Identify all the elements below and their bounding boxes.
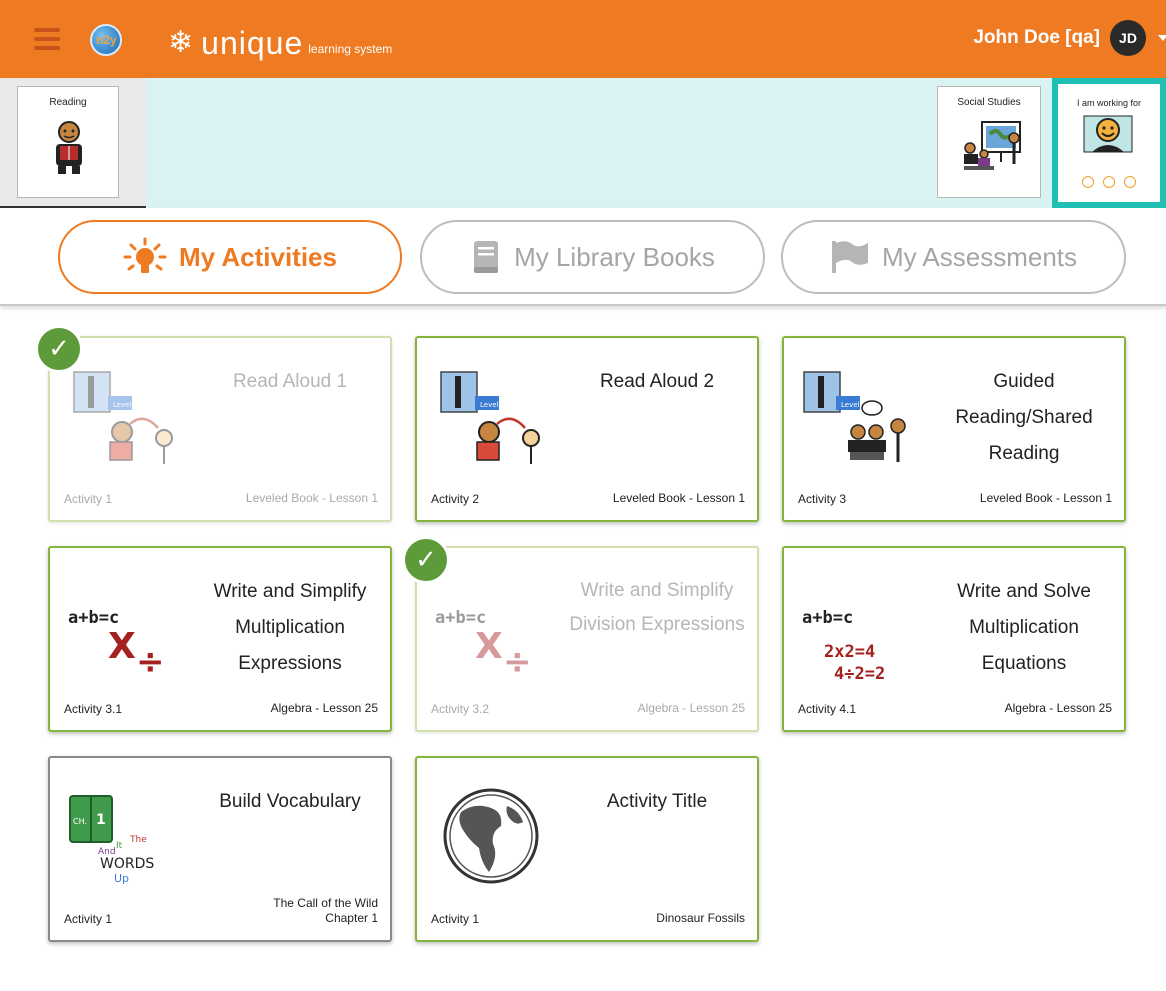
- book-chapter-number: 1: [96, 812, 106, 828]
- activity-card[interactable]: a+b=c 2x2=4 4÷2=2 Write and Solve Multip…: [782, 546, 1126, 732]
- activity-card[interactable]: Level Read Aloud 1 Activity 1 Leveled Bo…: [48, 336, 392, 522]
- card-activity-label: Activity 3.1: [64, 702, 123, 716]
- activity-card[interactable]: Level Read Aloud 2 Activity 2 Leveled Bo…: [415, 336, 759, 522]
- equation-text: a+b=c: [68, 608, 120, 628]
- math-equation-icon: a+b=c 2x2=4 4÷2=2: [798, 572, 928, 684]
- card-title: Write and Solve Multiplication Equations: [957, 581, 1091, 674]
- n2y-logo[interactable]: n2y: [90, 24, 122, 56]
- tab-my-activities[interactable]: My Activities: [58, 220, 402, 294]
- progress-dot: [1124, 176, 1136, 188]
- user-name[interactable]: John Doe [qa]: [973, 27, 1100, 49]
- guided-reading-icon: Level: [803, 371, 906, 462]
- snowflake-icon: ❄: [168, 26, 194, 59]
- activity-card[interactable]: Activity Title Activity 1 Dinosaur Fossi…: [415, 756, 759, 942]
- card-lesson-label: Algebra - Lesson 25: [637, 701, 745, 715]
- unique-brand-logo: ❄ unique learning system: [168, 22, 393, 61]
- activity-card[interactable]: CH. 1 And It The WORDS Up Build Vocabula…: [48, 756, 392, 942]
- card-activity-label: Activity 4.1: [798, 702, 857, 716]
- card-activity-label: Activity 3.2: [431, 702, 490, 716]
- divide-symbol: ÷: [136, 642, 165, 682]
- equation-line-2: 4÷2=2: [834, 664, 886, 684]
- math-expression-icon: a+b=c X ÷: [64, 572, 194, 682]
- vocab-word: The: [129, 835, 147, 845]
- brand-name: unique: [201, 25, 304, 61]
- card-title: Read Aloud 2: [599, 371, 715, 392]
- card-lesson-label: Leveled Book - Lesson 1: [612, 491, 745, 505]
- vocab-word: It: [116, 841, 123, 851]
- chevron-down-icon[interactable]: [1158, 35, 1166, 41]
- progress-dot: [1082, 176, 1094, 188]
- level-label: Level: [113, 401, 132, 409]
- card-lesson-line-1: The Call of the Wild: [273, 896, 378, 910]
- card-lesson-label: Dinosaur Fossils: [656, 911, 745, 925]
- card-lesson-label: Leveled Book - Lesson 1: [245, 491, 378, 505]
- subject-strip: Reading Social Studies I am working for: [0, 78, 1166, 208]
- book-chapter-label: CH.: [73, 817, 87, 826]
- equation-text: a+b=c: [435, 608, 487, 628]
- tab-my-activities-label: My Activities: [179, 241, 337, 272]
- completed-check-icon: ✓: [402, 536, 450, 584]
- top-navigation-bar: n2y ❄ unique learning system John Doe [q…: [0, 0, 1166, 78]
- tab-my-library-books[interactable]: My Library Books: [420, 220, 765, 294]
- book-icon: [474, 241, 499, 273]
- equation-text: a+b=c: [802, 608, 854, 628]
- subject-social-studies-label: Social Studies: [957, 97, 1021, 108]
- multiply-symbol: X: [108, 626, 136, 667]
- card-title: Write and Simplify Division Expressions: [569, 580, 745, 635]
- divide-symbol: ÷: [503, 642, 532, 682]
- card-activity-label: Activity 2: [431, 492, 480, 506]
- completed-check-icon: ✓: [35, 325, 83, 373]
- student-reading-icon: [56, 121, 82, 174]
- level-label: Level: [841, 401, 860, 409]
- activity-card[interactable]: Level Guided Reading/Shared Reading Acti…: [782, 336, 1126, 522]
- level-label: Level: [480, 401, 499, 409]
- subject-reading-label: Reading: [49, 97, 87, 108]
- card-activity-label: Activity 1: [64, 912, 113, 926]
- card-lesson-label: The Call of the Wild Chapter 1: [273, 896, 378, 926]
- avatar[interactable]: JD: [1110, 20, 1146, 56]
- working-for-reward-panel[interactable]: I am working for: [1052, 78, 1166, 208]
- card-title: Read Aloud 1: [232, 371, 348, 392]
- subject-reading-button[interactable]: Reading: [17, 86, 119, 198]
- tab-my-library-books-label: My Library Books: [514, 241, 715, 272]
- flag-icon: [831, 241, 868, 273]
- equation-line-1: 2x2=4: [824, 642, 876, 662]
- card-activity-label: Activity 3: [798, 492, 847, 506]
- card-title: Guided Reading/Shared Reading: [955, 371, 1093, 464]
- card-title: Build Vocabulary: [219, 791, 361, 812]
- card-lesson-label: Algebra - Lesson 25: [270, 701, 378, 715]
- lightbulb-icon: [123, 237, 167, 273]
- working-for-label: I am working for: [1076, 98, 1142, 108]
- vocab-word: Up: [114, 872, 129, 885]
- tab-my-assessments[interactable]: My Assessments: [781, 220, 1126, 294]
- vocab-word: WORDS: [100, 856, 154, 872]
- user-menu[interactable]: John Doe [qa] JD: [973, 20, 1166, 56]
- read-aloud-icon: Level: [440, 371, 540, 464]
- smiling-student-reward-icon: [1083, 115, 1133, 153]
- card-activity-label: Activity 1: [431, 912, 480, 926]
- card-activity-label: Activity 1: [64, 492, 113, 506]
- card-title: Activity Title: [606, 791, 708, 812]
- activity-tabs-bar: My Activities My Library Books My Assess…: [0, 208, 1166, 306]
- multiply-symbol: X: [475, 626, 503, 667]
- n2y-logo-text: n2y: [96, 33, 117, 47]
- read-aloud-icon: Level: [73, 371, 173, 464]
- progress-dot: [1103, 176, 1115, 188]
- card-title: Write and Simplify Multiplication Expres…: [213, 581, 367, 674]
- subject-social-studies-button[interactable]: Social Studies: [937, 86, 1041, 198]
- activity-card[interactable]: a+b=c X ÷ Write and Simplify Multiplicat…: [48, 546, 392, 732]
- menu-icon[interactable]: [34, 28, 60, 50]
- tab-my-assessments-label: My Assessments: [881, 241, 1078, 272]
- card-lesson-label: Leveled Book - Lesson 1: [979, 491, 1112, 505]
- brand-subtitle: learning system: [308, 42, 393, 56]
- math-expression-icon: a+b=c X ÷: [431, 572, 561, 682]
- globe-icon: [443, 788, 539, 884]
- vocabulary-book-icon: CH. 1 And It The WORDS Up: [69, 795, 154, 885]
- card-lesson-line-2: Chapter 1: [325, 911, 378, 925]
- activity-card[interactable]: a+b=c X ÷ Write and Simplify Division Ex…: [415, 546, 759, 732]
- progress-dots: [1082, 176, 1136, 188]
- classroom-icon: [964, 121, 1021, 170]
- card-lesson-label: Algebra - Lesson 25: [1004, 701, 1112, 715]
